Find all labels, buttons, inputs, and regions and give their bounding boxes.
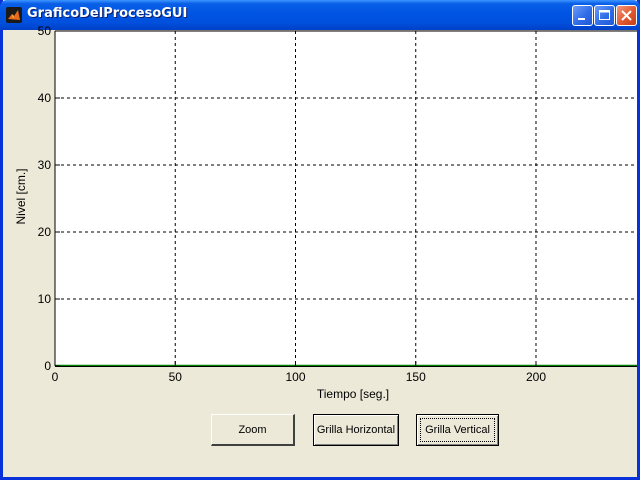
plot-background (55, 31, 637, 366)
y-tick-label: 0 (44, 359, 51, 373)
maximize-button[interactable] (594, 5, 615, 26)
title-bar[interactable]: GraficoDelProcesoGUI (0, 0, 640, 30)
zoom-button[interactable]: Zoom (211, 414, 295, 446)
x-tick-label: 150 (406, 370, 426, 384)
y-tick-label: 40 (38, 91, 52, 105)
minimize-button[interactable] (572, 5, 593, 26)
grid-horizontal-label: Grilla Horizontal (316, 424, 396, 436)
y-tick-label: 30 (38, 158, 52, 172)
x-tick-label: 50 (169, 370, 183, 384)
minimize-icon (578, 18, 585, 20)
maximize-icon (599, 10, 610, 20)
x-tick-label: 100 (285, 370, 305, 384)
grid-vertical-label: Grilla Vertical (425, 424, 490, 436)
y-tick-label: 20 (38, 225, 52, 239)
zoom-button-label: Zoom (238, 424, 267, 436)
close-icon (621, 10, 632, 21)
process-plot: 0 50 100 150 200 0 10 20 30 40 50 Tiempo [seg.] Nive… (14, 24, 637, 401)
x-tick-label: 200 (526, 370, 546, 384)
y-tick-label: 50 (38, 24, 52, 38)
matlab-icon (6, 7, 22, 23)
figure-client-area: 0 50 100 150 200 0 10 20 30 40 50 Tiempo [seg.] Nive… (3, 24, 637, 477)
grid-horizontal-button[interactable]: Grilla Horizontal (313, 414, 399, 446)
close-button[interactable] (616, 5, 637, 26)
window-title: GraficoDelProcesoGUI (27, 6, 188, 21)
app-window: GraficoDelProcesoGUI 0 50 100 150 200 0 10 20 30… (0, 0, 640, 480)
y-tick-label: 10 (38, 292, 52, 306)
x-tick-label: 0 (52, 370, 59, 384)
y-axis-title: Nivel [cm.] (14, 168, 28, 224)
x-axis-title: Tiempo [seg.] (317, 387, 389, 401)
grid-vertical-button[interactable]: Grilla Vertical (416, 414, 499, 446)
